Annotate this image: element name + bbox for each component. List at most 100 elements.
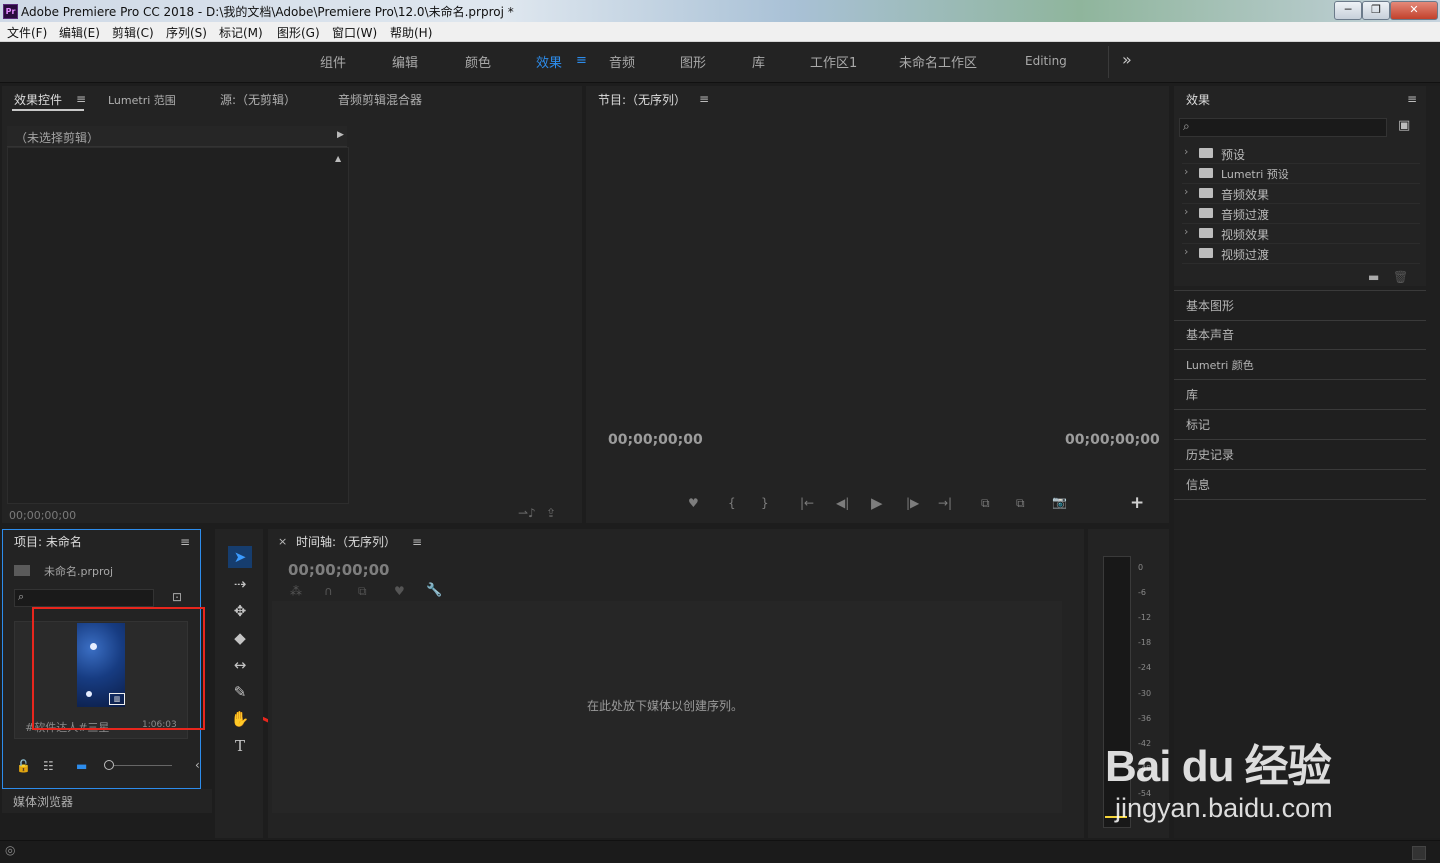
play-icon[interactable]: ▶: [871, 494, 883, 512]
panel-essential-graphics[interactable]: 基本图形: [1174, 290, 1426, 321]
workspace-tab-workspace1[interactable]: 工作区1: [810, 52, 857, 71]
workspace-tab-color[interactable]: 颜色: [465, 52, 491, 71]
menu-sequence[interactable]: 序列(S): [166, 24, 207, 41]
marker-icon[interactable]: ♥: [394, 584, 405, 598]
snap-icon[interactable]: ⁂: [290, 584, 302, 598]
menu-window[interactable]: 窗口(W): [332, 24, 377, 41]
ripple-edit-tool-icon[interactable]: ✥: [228, 600, 252, 622]
menu-clip[interactable]: 剪辑(C): [112, 24, 154, 41]
panel-menu-icon[interactable]: ≡: [180, 535, 190, 549]
mark-in-icon[interactable]: {: [728, 496, 736, 510]
minimize-button[interactable]: ─: [1334, 1, 1362, 20]
list-view-icon[interactable]: ☷: [43, 759, 54, 773]
menu-marker[interactable]: 标记(M): [219, 24, 263, 41]
chevron-left-icon[interactable]: ‹: [195, 758, 200, 772]
effects-folder-audio-effects[interactable]: › 音频效果: [1182, 184, 1420, 204]
step-forward-icon[interactable]: |▶: [906, 496, 919, 510]
effects-folder-lumetri-presets[interactable]: › Lumetri 预设: [1182, 164, 1420, 184]
menu-help[interactable]: 帮助(H): [390, 24, 432, 41]
effects-panel-title[interactable]: 效果: [1186, 91, 1210, 108]
panel-menu-icon[interactable]: ≡: [76, 92, 86, 106]
delete-icon[interactable]: 🗑: [1393, 270, 1408, 284]
tab-lumetri-scopes[interactable]: Lumetri 范围: [108, 92, 176, 108]
lock-icon[interactable]: 🔓: [16, 759, 31, 773]
effects-folder-video-transitions[interactable]: › 视频过渡: [1182, 244, 1420, 264]
workspace-tab-editing[interactable]: 编辑: [392, 52, 418, 71]
panel-history[interactable]: 历史记录: [1174, 440, 1426, 470]
export-icon[interactable]: ⇪: [546, 506, 556, 520]
menu-graphics[interactable]: 图形(G): [277, 24, 320, 41]
pen-tool-icon[interactable]: ✎: [228, 681, 252, 703]
project-search-input[interactable]: ⌕: [14, 589, 154, 607]
panel-menu-icon[interactable]: ≡: [1407, 92, 1417, 106]
close-window-button[interactable]: ✕: [1390, 1, 1438, 20]
tab-source[interactable]: 源:（无剪辑）: [220, 91, 296, 108]
go-to-in-icon[interactable]: |←: [800, 496, 814, 510]
selection-tool-icon[interactable]: ➤: [228, 546, 252, 568]
expand-arrow-icon[interactable]: ▶: [337, 130, 344, 140]
panel-essential-sound[interactable]: 基本声音: [1174, 320, 1426, 350]
workspace-tab-effects[interactable]: 效果: [536, 52, 562, 71]
slip-tool-icon[interactable]: ↔: [228, 654, 252, 676]
workspace-menu-icon[interactable]: ≡: [576, 53, 587, 68]
effects-search-input[interactable]: ⌕: [1179, 118, 1387, 137]
icon-view-icon[interactable]: ▬: [76, 759, 87, 773]
render-status-icon[interactable]: ◎: [5, 843, 15, 857]
workspace-tab-assembly[interactable]: 组件: [320, 52, 346, 71]
panel-libraries[interactable]: 库: [1174, 380, 1426, 410]
wrench-icon[interactable]: 🔧: [426, 583, 442, 598]
panel-lumetri-color[interactable]: Lumetri 颜色: [1174, 350, 1426, 380]
workspace-tab-editing-en[interactable]: Editing: [1025, 54, 1067, 68]
type-tool-icon[interactable]: T: [228, 735, 252, 757]
workspace-tab-libraries[interactable]: 库: [752, 52, 765, 71]
export-frame-icon[interactable]: 📷: [1052, 495, 1067, 509]
new-bin-icon[interactable]: ▬: [1368, 270, 1379, 284]
step-back-icon[interactable]: ◀|: [836, 496, 849, 510]
menu-file[interactable]: 文件(F): [7, 24, 47, 41]
track-select-tool-icon[interactable]: ⇢: [228, 573, 252, 595]
workspace-tab-audio[interactable]: 音频: [609, 52, 635, 71]
zoom-slider-track[interactable]: [114, 765, 172, 766]
add-marker-icon[interactable]: ⧉: [358, 584, 367, 599]
chevron-right-icon[interactable]: ›: [1184, 205, 1188, 218]
audio-only-icon[interactable]: ⇀♪: [518, 506, 536, 520]
chevron-right-icon[interactable]: ›: [1184, 165, 1188, 178]
extract-icon[interactable]: ⧉: [1016, 496, 1025, 511]
workspace-tab-unnamed[interactable]: 未命名工作区: [899, 52, 977, 71]
chevron-right-icon[interactable]: ›: [1184, 185, 1188, 198]
linked-selection-icon[interactable]: ∩: [324, 584, 333, 598]
program-playhead-timecode[interactable]: 00;00;00;00: [608, 432, 703, 448]
close-tab-icon[interactable]: ×: [278, 535, 287, 548]
timeline-timecode[interactable]: 00;00;00;00: [288, 561, 390, 579]
panel-menu-icon[interactable]: ≡: [699, 92, 709, 106]
panel-info[interactable]: 信息: [1174, 470, 1426, 500]
workspace-tab-graphics[interactable]: 图形: [680, 52, 706, 71]
accelerated-effects-icon[interactable]: ▣: [1398, 118, 1410, 133]
timeline-title[interactable]: 时间轴:（无序列）: [296, 533, 396, 550]
effects-folder-video-effects[interactable]: › 视频效果: [1182, 224, 1420, 244]
more-workspaces-icon[interactable]: »: [1122, 50, 1132, 69]
menu-edit[interactable]: 编辑(E): [59, 24, 100, 41]
panel-menu-icon[interactable]: ≡: [412, 535, 422, 549]
add-marker-icon[interactable]: ♥: [688, 496, 699, 510]
razor-tool-icon[interactable]: ◆: [228, 627, 252, 649]
chevron-right-icon[interactable]: ›: [1184, 225, 1188, 238]
tab-audio-clip-mixer[interactable]: 音频剪辑混合器: [338, 91, 422, 108]
tab-effect-controls[interactable]: 效果控件: [14, 91, 62, 108]
chevron-right-icon[interactable]: ›: [1184, 245, 1188, 258]
effects-folder-presets[interactable]: › 预设: [1182, 144, 1420, 164]
media-browser-tab[interactable]: 媒体浏览器: [2, 789, 212, 813]
find-icon[interactable]: ⊡: [172, 590, 182, 604]
resize-grip-icon[interactable]: [1412, 846, 1426, 860]
scroll-up-icon[interactable]: ▲: [335, 154, 341, 163]
maximize-button[interactable]: ❐: [1362, 1, 1390, 20]
timeline-drop-area[interactable]: 在此处放下媒体以创建序列。: [272, 601, 1062, 813]
effects-folder-audio-transitions[interactable]: › 音频过渡: [1182, 204, 1420, 224]
mark-out-icon[interactable]: }: [761, 496, 769, 510]
panel-markers[interactable]: 标记: [1174, 410, 1426, 440]
chevron-right-icon[interactable]: ›: [1184, 145, 1188, 158]
hand-tool-icon[interactable]: ✋: [228, 708, 252, 730]
program-monitor-title[interactable]: 节目:（无序列）: [598, 91, 686, 108]
lift-icon[interactable]: ⧉: [981, 496, 990, 511]
go-to-out-icon[interactable]: →|: [938, 496, 952, 510]
